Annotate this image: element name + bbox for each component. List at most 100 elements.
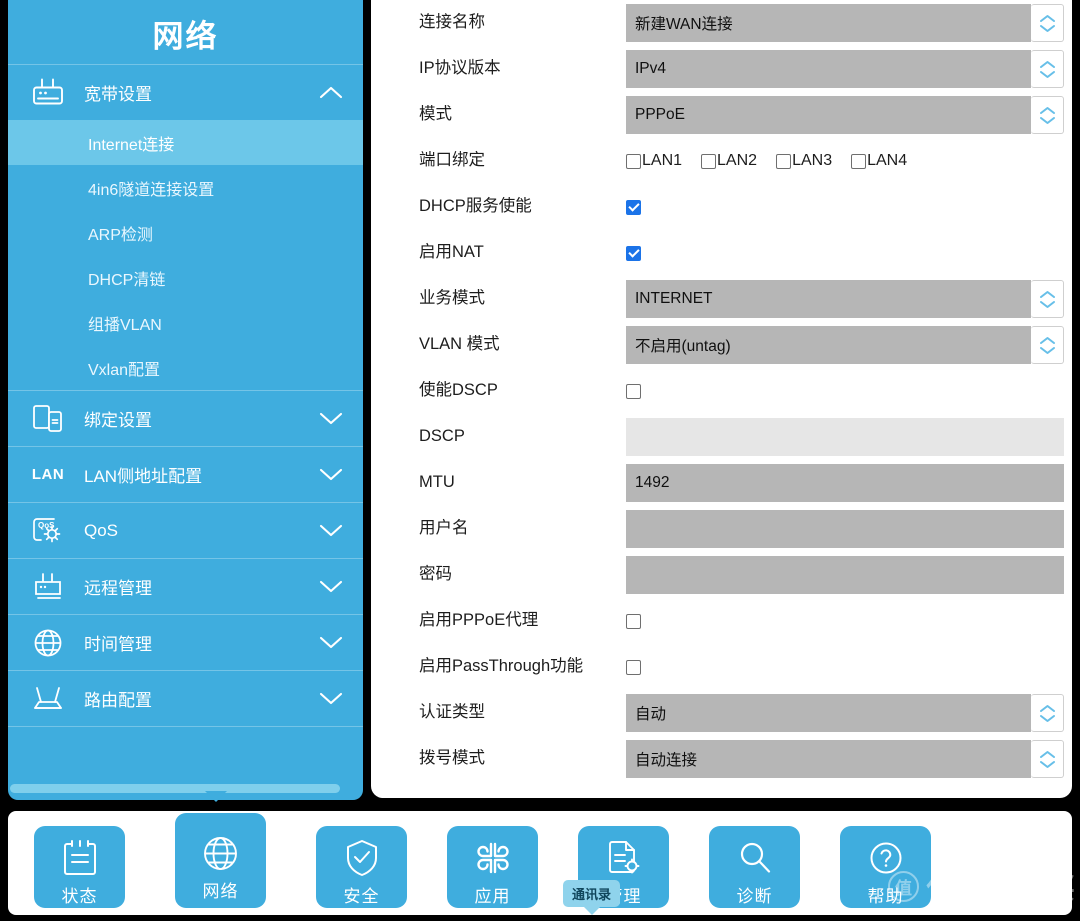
sidebar-group-label: LAN侧地址配置 — [84, 467, 203, 486]
form-row-auth-type: 认证类型 自动 — [371, 690, 1072, 736]
mtu-input[interactable]: 1492 — [626, 464, 1064, 502]
sidebar-horizontal-scrollbar[interactable] — [8, 784, 363, 793]
select-value: 自动连接 — [626, 740, 1031, 778]
dhcp-service-checkbox[interactable] — [626, 199, 641, 215]
tab-label: 诊断 — [736, 887, 773, 906]
vlan-mode-select[interactable]: 不启用(untag) — [626, 326, 1064, 364]
sidebar-group-binding[interactable]: 绑定设置 — [8, 391, 363, 446]
mode-select[interactable]: PPPoE — [626, 96, 1064, 134]
tab-security[interactable]: 安全 — [316, 826, 407, 908]
field-label: 启用PassThrough功能 — [419, 657, 584, 676]
field-label: 启用NAT — [419, 243, 484, 262]
sidebar-group-broadband[interactable]: 宽带设置 — [8, 65, 363, 120]
sidebar-group-qos[interactable]: QoS QoS — [8, 503, 363, 558]
sidebar-group-route-config[interactable]: 路由配置 — [8, 671, 363, 726]
form-row-username: 用户名 — [371, 506, 1072, 552]
sidebar-item-vxlan-config[interactable]: Vxlan配置 — [8, 345, 363, 390]
sidebar-item-multicast-vlan[interactable]: 组播VLAN — [8, 300, 363, 345]
field-label: 端口绑定 — [419, 151, 485, 170]
sidebar-group-label: QoS — [84, 520, 119, 540]
field-label: 认证类型 — [419, 703, 485, 722]
form-row-port-binding: 端口绑定 LAN1 LAN2 LAN3 LAN4 — [371, 138, 1072, 184]
enable-dscp-checkbox[interactable] — [626, 383, 641, 399]
checkbox-box[interactable] — [701, 153, 717, 169]
stepper-arrows[interactable] — [1031, 694, 1064, 732]
stepper-arrows[interactable] — [1031, 4, 1064, 42]
service-mode-select[interactable]: INTERNET — [626, 280, 1064, 318]
port-label: LAN4 — [867, 152, 908, 169]
chevron-down-icon[interactable] — [317, 633, 345, 653]
tab-applications[interactable]: 应用 — [447, 826, 538, 908]
contacts-tooltip: 通讯录 — [563, 880, 621, 907]
port-checkbox-lan1[interactable]: LAN1 — [626, 152, 682, 170]
sidebar: 网络 宽带设置 Internet连接 4in6隧道连接设置 ARP检测 DHCP… — [8, 0, 363, 800]
select-value: INTERNET — [626, 280, 1031, 318]
field-label: 模式 — [419, 105, 452, 124]
remote-modem-icon — [28, 570, 68, 604]
checkbox-box[interactable] — [851, 153, 867, 169]
active-tab-caret — [205, 791, 227, 802]
chevron-down-icon[interactable] — [317, 689, 345, 709]
port-checkbox-lan2[interactable]: LAN2 — [701, 152, 757, 170]
dial-mode-select[interactable]: 自动连接 — [626, 740, 1064, 778]
form-row-ip-version: IP协议版本 IPv4 — [371, 46, 1072, 92]
tab-help[interactable]: 帮助 — [840, 826, 931, 908]
field-label: DSCP — [419, 427, 465, 446]
stepper-arrows[interactable] — [1031, 50, 1064, 88]
question-circle-icon — [864, 836, 908, 880]
globe-network-icon — [199, 831, 243, 875]
sidebar-item-dhcp-chain[interactable]: DHCP清链 — [8, 255, 363, 300]
sidebar-item-arp-detect[interactable]: ARP检测 — [8, 210, 363, 255]
tab-label: 状态 — [61, 887, 98, 906]
sidebar-group-remote-management[interactable]: 远程管理 — [8, 559, 363, 614]
tab-network[interactable]: 网络 — [175, 813, 266, 908]
sidebar-group-time-management[interactable]: 时间管理 — [8, 615, 363, 670]
field-label: 使能DSCP — [419, 381, 498, 400]
port-checkbox-lan4[interactable]: LAN4 — [851, 152, 907, 170]
chevron-up-icon[interactable] — [317, 83, 345, 103]
port-label: LAN2 — [717, 152, 758, 169]
stepper-arrows[interactable] — [1031, 326, 1064, 364]
modem-icon — [28, 76, 68, 110]
chevron-down-icon[interactable] — [317, 577, 345, 597]
field-label: 拨号模式 — [419, 749, 485, 768]
sidebar-group-lan-address[interactable]: LAN LAN侧地址配置 — [8, 447, 363, 502]
select-value: PPPoE — [626, 96, 1031, 134]
sidebar-item-4in6-tunnel[interactable]: 4in6隧道连接设置 — [8, 165, 363, 210]
connection-name-select[interactable]: 新建WAN连接 — [626, 4, 1064, 42]
field-label: VLAN 模式 — [419, 335, 500, 354]
document-gear-icon — [602, 836, 646, 880]
chevron-down-icon[interactable] — [317, 409, 345, 429]
page-title: 网络 — [8, 0, 363, 64]
username-input[interactable] — [626, 510, 1064, 548]
form-row-connection-name: 连接名称 新建WAN连接 — [371, 0, 1072, 46]
select-value: 自动 — [626, 694, 1031, 732]
password-input[interactable] — [626, 556, 1064, 594]
chevron-down-icon[interactable] — [317, 465, 345, 485]
tab-diagnostics[interactable]: 诊断 — [709, 826, 800, 908]
ip-version-select[interactable]: IPv4 — [626, 50, 1064, 88]
enable-nat-checkbox[interactable] — [626, 245, 641, 261]
tab-label: 应用 — [474, 887, 511, 906]
tab-label: 网络 — [202, 882, 239, 901]
auth-type-select[interactable]: 自动 — [626, 694, 1064, 732]
stepper-arrows[interactable] — [1031, 740, 1064, 778]
enable-pppoe-proxy-checkbox[interactable] — [626, 613, 641, 629]
chevron-down-icon[interactable] — [317, 521, 345, 541]
content-region: 网络 宽带设置 Internet连接 4in6隧道连接设置 ARP检测 DHCP… — [0, 0, 1080, 812]
sidebar-group-label: 远程管理 — [84, 579, 152, 598]
field-label: IP协议版本 — [419, 59, 501, 78]
port-label: LAN3 — [792, 152, 833, 169]
stepper-arrows[interactable] — [1031, 96, 1064, 134]
qos-gear-icon: QoS — [28, 514, 68, 548]
enable-passthrough-checkbox[interactable] — [626, 659, 641, 675]
port-checkbox-lan3[interactable]: LAN3 — [776, 152, 832, 170]
stepper-arrows[interactable] — [1031, 280, 1064, 318]
sidebar-item-internet-connection[interactable]: Internet连接 — [8, 120, 363, 165]
scrollbar-thumb[interactable] — [10, 784, 340, 793]
checkbox-box[interactable] — [776, 153, 792, 169]
form-row-dial-mode: 拨号模式 自动连接 — [371, 736, 1072, 782]
tab-status[interactable]: 状态 — [34, 826, 125, 908]
form-row-mtu: MTU 1492 — [371, 460, 1072, 506]
checkbox-box[interactable] — [626, 153, 641, 169]
